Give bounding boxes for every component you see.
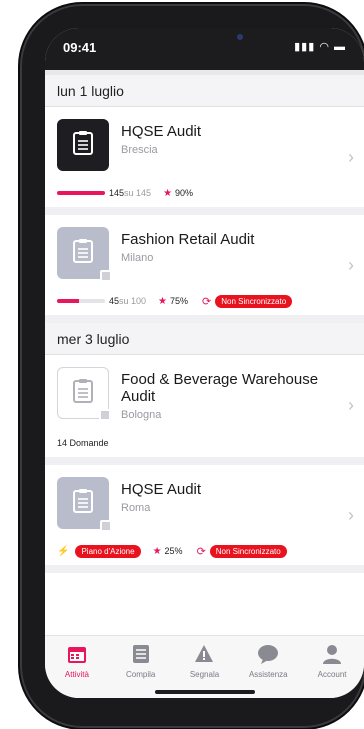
tab-segnala[interactable]: Segnala: [173, 636, 237, 698]
camera-dot: [237, 34, 243, 40]
status-time: 09:41: [63, 40, 97, 55]
audit-city: Brescia: [121, 144, 158, 156]
audit-meta: 145 su 145 ★ 90%: [57, 179, 352, 207]
progress-fill: [57, 299, 79, 303]
progress-bar: [57, 299, 105, 303]
tab-label: Segnala: [189, 670, 220, 679]
progress-count: 45: [109, 296, 120, 306]
sync-icon: ⟳: [202, 295, 212, 308]
list-icon: [109, 644, 173, 664]
warning-icon: [173, 644, 237, 664]
audit-info: HQSE Audit Brescia: [121, 119, 352, 156]
score: 75%: [170, 296, 189, 306]
audit-card[interactable]: Fashion Retail Audit Milano › 45 su 100 ★ 75%…: [45, 215, 364, 323]
signal-icon: ▮▮▮: [294, 41, 316, 53]
clipboard-icon: [72, 130, 94, 161]
bolt-icon: ⚡: [57, 545, 70, 557]
clipboard-icon: [72, 488, 94, 519]
audit-title: Fashion Retail Audit: [121, 231, 255, 248]
audit-title: Food & Beverage Warehouse Audit: [121, 371, 319, 405]
tab-label: Compila: [126, 670, 156, 679]
audit-info: Food & Beverage Warehouse Audit Bologna: [121, 367, 352, 421]
audit-card-header: HQSE Audit Roma: [57, 477, 352, 532]
audit-city: Bologna: [121, 409, 162, 421]
audit-card[interactable]: HQSE Audit Brescia › 145 su 145 ★ 90%: [45, 107, 364, 215]
audit-card[interactable]: Food & Beverage Warehouse Audit Bologna › 1…: [45, 355, 364, 465]
tab-label: Assistenza: [248, 670, 288, 679]
audit-city: Roma: [121, 502, 151, 514]
battery-icon: ▬: [334, 41, 346, 53]
audit-card-header: Food & Beverage Warehouse Audit Bologna: [57, 367, 352, 421]
progress-fill: [57, 191, 105, 195]
score: 25%: [164, 546, 183, 556]
status-bar: 09:41 ▮▮▮ ◠ ▬: [45, 28, 364, 70]
progress-count: 145: [109, 188, 125, 198]
progress-bar: [57, 191, 105, 195]
question-count: 14 Domande: [57, 438, 109, 448]
score: 90%: [175, 188, 194, 198]
chevron-right-icon[interactable]: ›: [348, 147, 354, 168]
tab-label: Account: [317, 670, 347, 679]
tab-compila[interactable]: Compila: [109, 636, 173, 698]
audit-thumbnail: [57, 227, 112, 282]
home-indicator: [155, 690, 255, 694]
audit-card[interactable]: HQSE Audit Roma › ⚡ Piano d'Azione ★ 25% ⟳ Non S…: [45, 465, 364, 573]
progress-total: su 100: [119, 296, 147, 306]
audit-meta: ⚡ Piano d'Azione ★ 25% ⟳ Non Sincronizzato: [57, 537, 352, 565]
audit-thumbnail: [57, 119, 109, 171]
calendar-icon: [45, 644, 109, 664]
chevron-right-icon[interactable]: ›: [348, 505, 354, 526]
tab-account[interactable]: Account: [300, 636, 364, 698]
phone-screen: 09:41 ▮▮▮ ◠ ▬ lun 1 luglio HQSE Audit Bres…: [45, 28, 364, 698]
audit-meta: 45 su 100 ★ 75% ⟳ Non Sincronizzato: [57, 287, 352, 315]
star-icon: ★: [152, 545, 162, 557]
audit-card-header: HQSE Audit Brescia: [57, 119, 352, 171]
audit-thumbnail: [57, 367, 111, 421]
audit-list[interactable]: lun 1 luglio HQSE Audit Brescia › 145 su 145…: [45, 75, 364, 635]
thumbnail-badge-icon: [100, 520, 112, 532]
action-plan-badge[interactable]: Piano d'Azione: [75, 544, 141, 558]
audit-thumbnail: [57, 477, 112, 532]
star-icon: ★: [158, 295, 168, 307]
sync-icon: ⟳: [196, 545, 206, 558]
sync-status-badge: Non Sincronizzato: [209, 544, 287, 558]
thumbnail-badge-icon: [99, 409, 111, 421]
audit-meta: 14 Domande: [57, 429, 352, 457]
audit-info: HQSE Audit Roma: [121, 477, 352, 514]
audit-card-header: Fashion Retail Audit Milano: [57, 227, 352, 282]
thumbnail-badge-icon: [100, 270, 112, 282]
sync-status-badge: Non Sincronizzato: [215, 294, 293, 308]
tab-label: Attività: [64, 670, 89, 679]
audit-info: Fashion Retail Audit Milano: [121, 227, 352, 264]
audit-city: Milano: [121, 252, 154, 264]
progress-total: su 145: [124, 188, 152, 198]
tab-assistenza[interactable]: Assistenza: [236, 636, 300, 698]
tab-bar: Attività Compila Segnala Assistenza Account: [45, 635, 364, 698]
clipboard-icon: [72, 238, 94, 269]
date-header: lun 1 luglio: [45, 75, 364, 107]
chevron-right-icon[interactable]: ›: [348, 255, 354, 276]
chat-bubble-icon: [236, 644, 300, 664]
wifi-icon: ◠: [319, 41, 330, 53]
system-icons: ▮▮▮ ◠ ▬: [294, 40, 346, 53]
audit-title: HQSE Audit: [121, 123, 202, 140]
audit-title: HQSE Audit: [121, 481, 202, 498]
tab-attivit[interactable]: Attività: [45, 636, 109, 698]
star-icon: ★: [163, 187, 173, 199]
clipboard-icon: [72, 378, 94, 409]
user-icon: [300, 644, 364, 664]
chevron-right-icon[interactable]: ›: [348, 395, 354, 416]
date-header: mer 3 luglio: [45, 323, 364, 355]
